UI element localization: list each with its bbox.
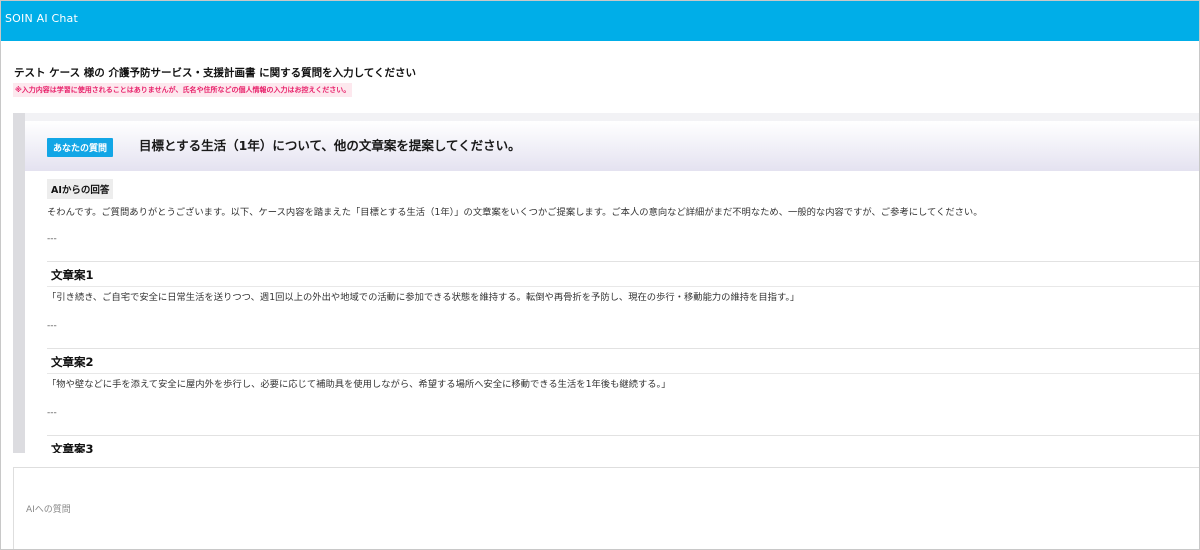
separator: --- [47,234,57,244]
app-title: SOIN AI Chat [5,12,78,25]
answer-intro-text: そわんです。ご質問ありがとうございます。以下、ケース内容を踏まえた「目標とする生… [47,207,983,218]
separator: --- [47,321,57,331]
proposal-heading-1: 文章案1 [47,261,1199,286]
app-header: SOIN AI Chat [1,1,1199,41]
chat-left-bar [13,113,25,453]
user-question-block: あなたの質問 目標とする生活（1年）について、他の文章案を提案してください。 [25,121,1199,172]
proposal-title: 文章案2 [51,355,94,369]
question-input[interactable] [14,468,1199,549]
proposal-heading-2: 文章案2 [47,348,1199,373]
app-window: SOIN AI Chat テスト ケース 様の 介護予防サービス・支援計画書 に… [0,0,1200,550]
separator: --- [47,408,57,418]
proposal-text-1: 「引き続き、ご自宅で安全に日常生活を送りつつ、週1回以上の外出や地域での活動に参… [47,286,1199,303]
privacy-notice: ※入力内容は学習に使用されることはありませんが、氏名や住所などの個人情報の入力は… [13,83,353,97]
question-text: 目標とする生活（1年）について、他の文章案を提案してください。 [139,138,521,153]
proposal-text-2: 「物や壁などに手を添えて安全に屋内外を歩行し、必要に応じて補助具を使用しながら、… [47,373,1199,390]
proposal-title: 文章案1 [51,268,94,282]
proposal-title: 文章案3 [51,442,94,453]
question-input-area [13,467,1199,549]
prompt-heading: テスト ケース 様の 介護予防サービス・支援計画書 に関する質問を入力してくださ… [14,67,416,79]
ai-answer-block: AIからの回答 そわんです。ご質問ありがとうございます。以下、ケース内容を踏まえ… [25,171,1199,453]
chat-history-panel[interactable]: あなたの質問 目標とする生活（1年）について、他の文章案を提案してください。 A… [13,113,1199,453]
question-badge: あなたの質問 [47,138,114,157]
proposal-heading-3: 文章案3 [47,435,1199,453]
answer-badge: AIからの回答 [47,179,114,199]
